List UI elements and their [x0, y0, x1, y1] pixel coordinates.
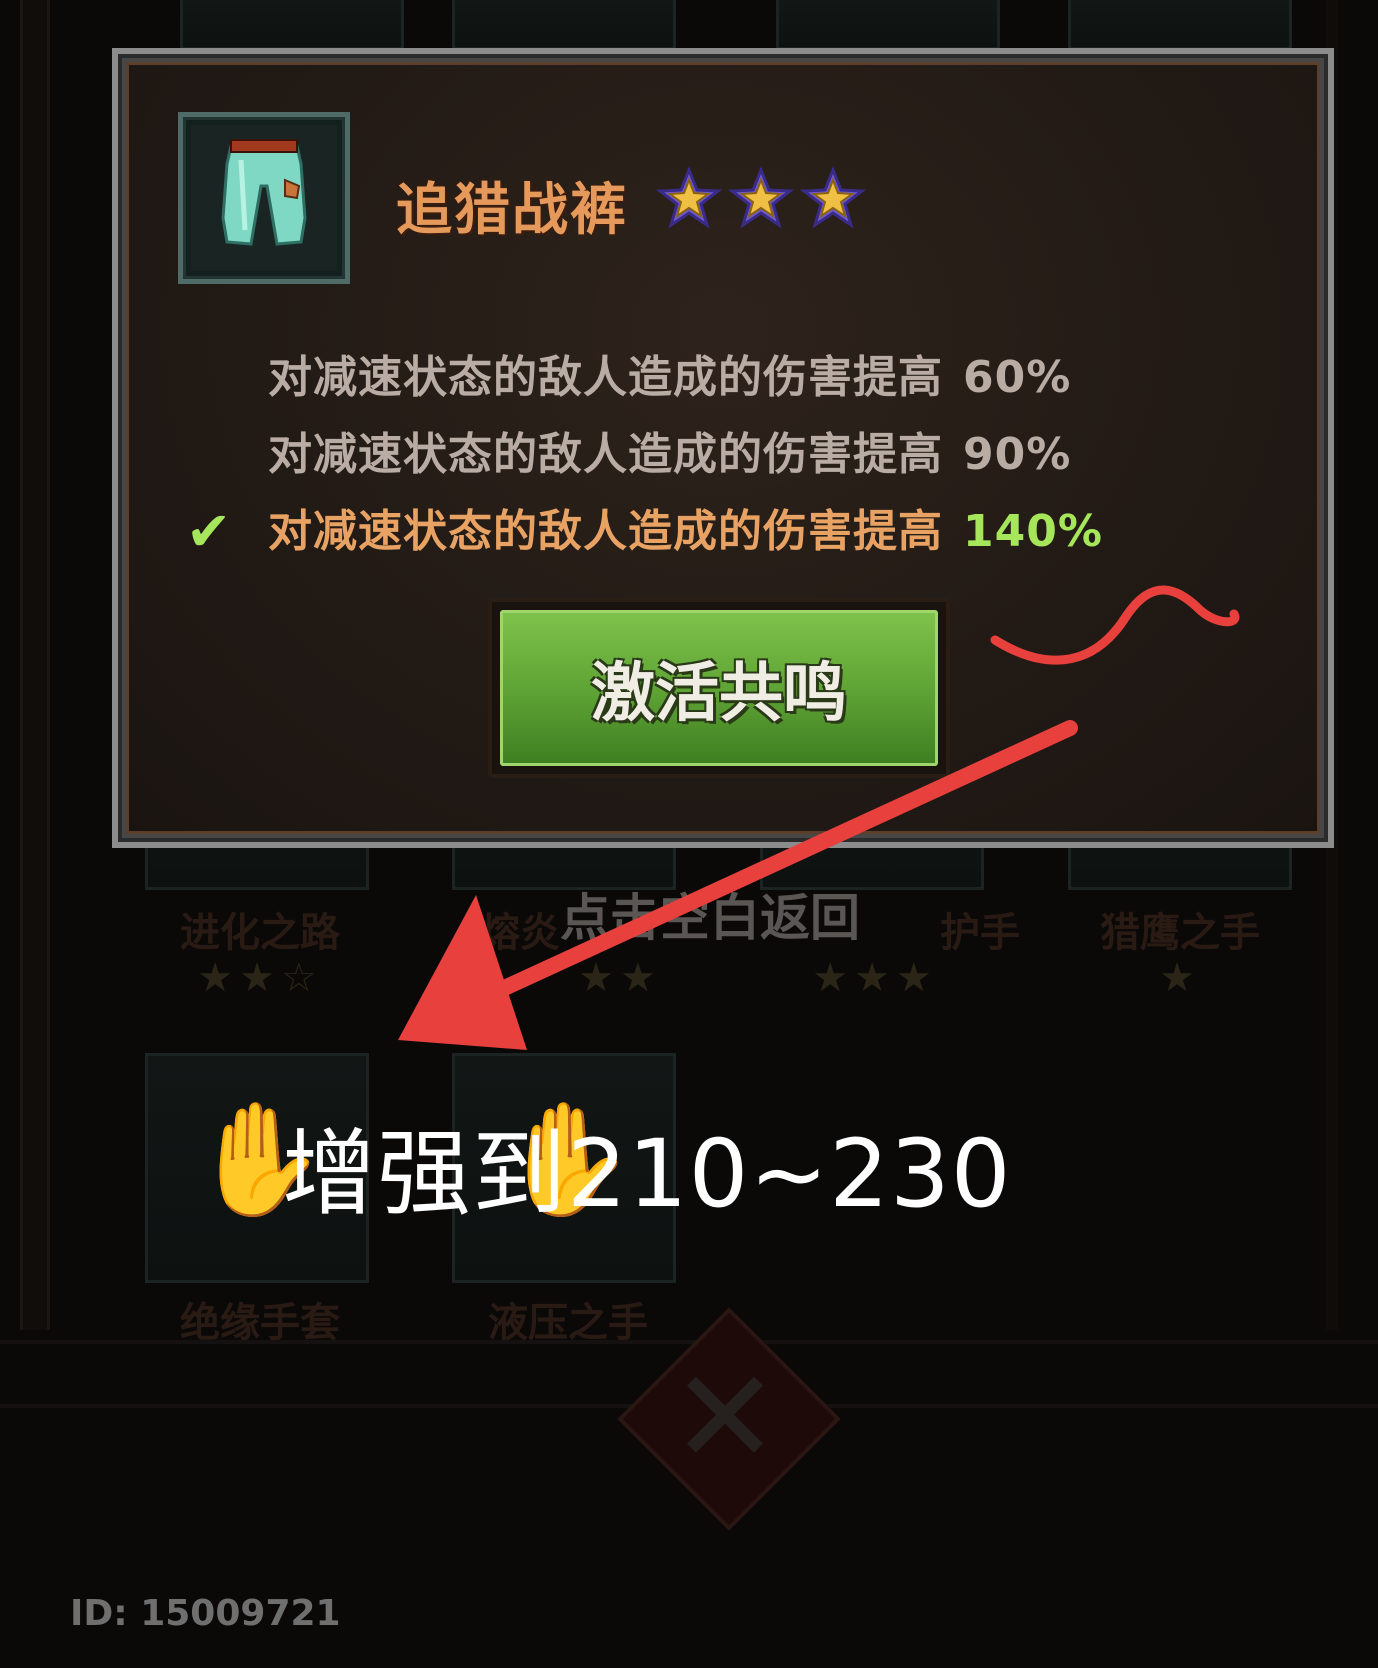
- background-item-stars: ★★☆: [197, 955, 323, 1001]
- background-item-label: 猎鹰之手: [1100, 910, 1260, 956]
- bonus-line-tier-2: 对减速状态的敌人造成的伤害提高 90%: [268, 418, 1071, 482]
- pants-icon: [221, 139, 307, 246]
- bonus-description: 对减速状态的敌人造成的伤害提高: [268, 429, 943, 480]
- background-item-stars: ★: [1159, 955, 1201, 1001]
- bonus-value: 90%: [963, 429, 1072, 480]
- player-id-label: ID: 15009721: [70, 1593, 341, 1634]
- bonus-description: 对减速状态的敌人造成的伤害提高: [268, 352, 943, 403]
- annotation-text: 增强到210~230: [282, 1120, 1012, 1229]
- bonus-value: 60%: [963, 352, 1072, 403]
- activate-resonance-button[interactable]: 激活共鸣: [488, 598, 950, 778]
- background-slot-top-4: [1068, 0, 1292, 50]
- bonus-line-tier-3-active: 对减速状态的敌人造成的伤害提高 140%: [268, 495, 1103, 559]
- star-icon: [656, 166, 722, 229]
- checkmark-icon: ✔: [186, 500, 232, 563]
- tap-blank-to-return-hint[interactable]: 点击空白返回: [560, 878, 860, 950]
- background-item-stars: ★★★: [812, 955, 938, 1001]
- item-name: 追猎战裤: [396, 178, 628, 243]
- star-icon: [800, 166, 866, 229]
- background-left-rail: [20, 0, 50, 1330]
- bonus-value: 140%: [963, 506, 1103, 557]
- background-item-label: 进化之路: [180, 910, 340, 956]
- activate-button-face[interactable]: 激活共鸣: [500, 610, 938, 766]
- bonus-description: 对减速状态的敌人造成的伤害提高: [268, 506, 943, 557]
- bonus-line-tier-1: 对减速状态的敌人造成的伤害提高 60%: [268, 341, 1071, 405]
- background-item-stars: ★★: [578, 955, 662, 1001]
- star-icon: [728, 166, 794, 229]
- background-slot-top-2: [452, 0, 676, 50]
- background-slot-top-3: [776, 0, 1000, 50]
- activate-button-label: 激活共鸣: [591, 657, 847, 731]
- close-icon[interactable]: ✕: [660, 1352, 790, 1482]
- background-slot-top-1: [180, 0, 404, 50]
